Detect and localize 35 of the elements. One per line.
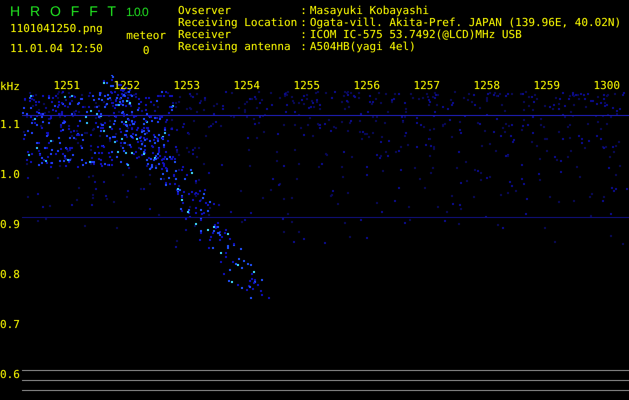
frequency-label: 0.9 (0, 219, 21, 231)
time-label: 1256 (354, 80, 380, 92)
colon-separator: : (300, 29, 307, 41)
info-value: A504HB(yagi 4el) (310, 41, 417, 53)
info-label: Receiving antenna (178, 41, 292, 53)
unit-label: kHz (0, 80, 20, 93)
info-label: Ovserver (178, 5, 232, 17)
info-label: Receiver (178, 29, 231, 41)
file-name: 1101041250.png (10, 23, 103, 35)
time-label: 1257 (414, 80, 440, 92)
time-label: 1252 (114, 80, 140, 92)
time-label: 1258 (474, 80, 500, 92)
frequency-label: 0.7 (0, 319, 21, 331)
frequency-label: 1.1 (0, 119, 21, 131)
meteor-label: meteor (126, 30, 166, 42)
frequency-label: 0.8 (0, 269, 21, 281)
colon-separator: : (300, 5, 307, 17)
frequency-label: 1.0 (0, 169, 21, 181)
app-version: 1.0.0 (126, 5, 148, 19)
time-label: 1254 (234, 80, 260, 92)
time-label: 1300 (594, 80, 620, 92)
info-value: ICOM IC-575 53.7492(@LCD)MHz USB (310, 29, 523, 41)
file-datetime: 11.01.04 12:50 (10, 43, 103, 55)
time-label: 1255 (294, 80, 320, 92)
info-value: Masayuki Kobayashi (310, 5, 430, 17)
info-value: Ogata-vill. Akita-Pref. JAPAN (139.96E, 40.02N) (310, 17, 622, 29)
time-label: 1253 (174, 80, 200, 92)
info-label: Receiving Location (178, 17, 298, 29)
app-title: H R O F F T (10, 3, 116, 19)
colon-separator: : (300, 17, 307, 29)
frequency-label: 0.6 (0, 369, 21, 381)
time-label: 1259 (534, 80, 560, 92)
time-label: 1251 (54, 80, 80, 92)
colon-separator: : (300, 41, 307, 53)
meteor-count: 0 (142, 45, 150, 57)
